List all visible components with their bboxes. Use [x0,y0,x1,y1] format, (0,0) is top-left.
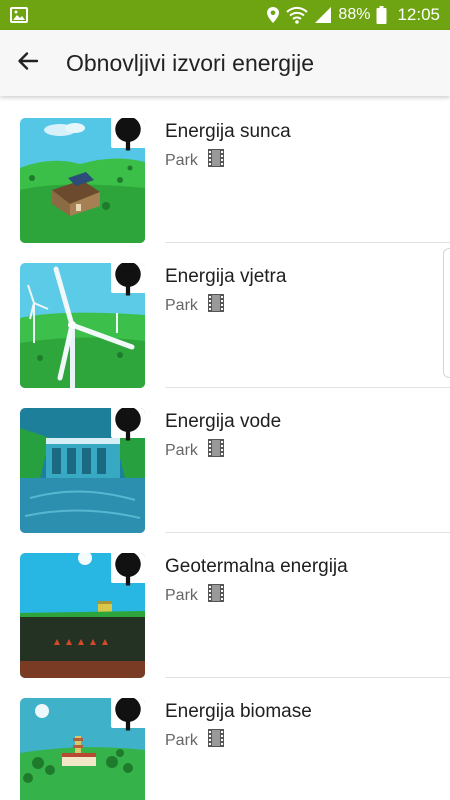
item-title: Energija sunca [165,121,291,142]
tree-icon [111,408,145,440]
tree-icon [111,698,145,730]
wifi-icon [286,6,309,24]
status-time: 12:05 [397,5,440,24]
item-thumbnail [20,553,145,678]
film-icon [207,439,224,462]
tree-icon [111,553,145,585]
item-thumbnail [20,698,145,800]
film-icon [207,584,224,607]
item-subtitle: Park [165,586,198,604]
film-icon [207,149,224,172]
item-subtitle: Park [165,151,198,169]
item-thumbnail [20,408,145,533]
image-icon [10,7,28,23]
list-item[interactable]: Geotermalna energija Park [0,533,450,678]
film-icon [207,294,224,317]
battery-icon [376,6,387,24]
status-bar: 88% 12:05 [0,0,450,30]
item-subtitle-row: Park [165,729,224,752]
item-subtitle-row: Park [165,149,224,172]
app-bar: Obnovljivi izvori energije [0,30,450,96]
edge-panel-handle[interactable] [443,248,450,378]
tree-icon [111,118,145,150]
list-item[interactable]: Energija biomase Park [0,678,450,800]
list-item[interactable]: Energija sunca Park [0,98,450,243]
item-subtitle: Park [165,296,198,314]
item-subtitle-row: Park [165,439,224,462]
item-thumbnail [20,263,145,388]
item-subtitle-row: Park [165,584,224,607]
item-title: Energija biomase [165,701,312,722]
energy-list: Energija sunca Park Energija vjetra Park… [0,98,450,800]
film-icon [207,729,224,752]
item-subtitle: Park [165,731,198,749]
signal-icon [314,6,332,24]
list-item[interactable]: Energija vjetra Park [0,243,450,388]
item-title: Geotermalna energija [165,556,348,577]
item-subtitle-row: Park [165,294,224,317]
back-button[interactable] [0,35,56,91]
location-icon [266,6,280,24]
item-title: Energija vjetra [165,266,287,287]
battery-percent: 88% [338,6,371,23]
arrow-left-icon [16,49,40,78]
item-thumbnail [20,118,145,243]
tree-icon [111,263,145,295]
list-item[interactable]: Energija vode Park [0,388,450,533]
item-title: Energija vode [165,411,282,432]
page-title: Obnovljivi izvori energije [66,49,314,76]
item-subtitle: Park [165,441,198,459]
